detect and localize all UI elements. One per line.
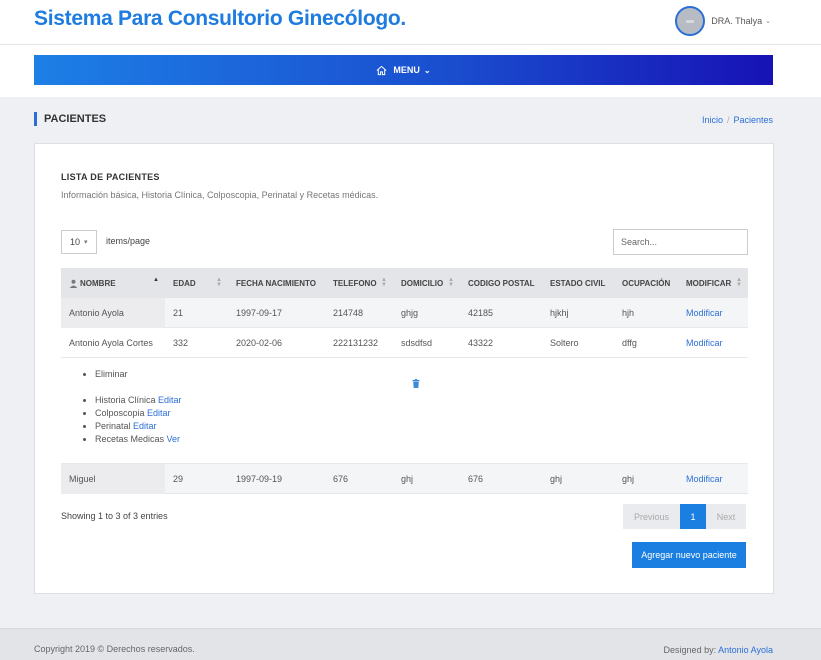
page-size-select[interactable]: 10 ▾ (61, 230, 97, 254)
view-recetas-link[interactable]: Ver (167, 434, 181, 444)
main-menu-button[interactable]: MENU ⌄ (34, 55, 773, 85)
list-item: Recetas Medicas Ver (95, 433, 182, 446)
breadcrumb-current[interactable]: Pacientes (733, 115, 773, 125)
header-codigo-postal[interactable]: CODIGO POSTAL (460, 268, 542, 298)
header-ocupacion[interactable]: OCUPACIÓN (614, 268, 678, 298)
entries-info: Showing 1 to 3 of 3 entries (61, 511, 168, 521)
sort-icon: ▲ ▼ (736, 277, 742, 288)
header-edad[interactable]: EDAD ▲ ▼ (165, 268, 228, 298)
edit-colposcopia-link[interactable]: Editar (147, 408, 171, 418)
sort-icon: ▲ ▼ (216, 277, 222, 288)
previous-button[interactable]: Previous (623, 504, 680, 529)
row-detail: Eliminar Historia Clínica Editar Colposc… (61, 358, 748, 464)
page-1-button[interactable]: 1 (680, 504, 706, 529)
list-item: Colposcopia Editar (95, 407, 182, 420)
table-row[interactable]: Antonio Ayola 21 1997-09-17 214748 ghjg … (61, 297, 748, 328)
card-title: LISTA DE PACIENTES (61, 172, 160, 182)
footer: Copyright 2019 © Derechos reservados. De… (0, 628, 821, 660)
avatar[interactable] (675, 6, 706, 36)
header-telefono[interactable]: TELEFONO ▲ ▼ (325, 268, 393, 298)
user-menu[interactable]: DRA. Thalya ⌄ (675, 6, 771, 36)
next-button[interactable]: Next (706, 504, 746, 529)
top-header: Sistema Para Consultorio Ginecólogo. DRA… (0, 0, 821, 45)
patient-records-list: Historia Clínica Editar Colposcopia Edit… (95, 394, 182, 446)
user-icon (69, 279, 78, 288)
page-title: PACIENTES (34, 112, 106, 126)
designer-link[interactable]: Antonio Ayola (718, 645, 773, 655)
sort-asc-icon: ▲ (153, 277, 159, 283)
patients-card: LISTA DE PACIENTES Información básica, H… (34, 143, 774, 594)
home-icon (376, 65, 387, 75)
edit-perinatal-link[interactable]: Editar (133, 421, 157, 431)
copyright-text: Copyright 2019 © Derechos reservados. (34, 644, 195, 654)
table-row[interactable]: Miguel 29 1997-09-19 676 ghj 676 ghj ghj… (61, 463, 748, 494)
user-name: DRA. Thalya (711, 16, 763, 26)
modify-link[interactable]: Modificar (686, 474, 723, 484)
list-item: Historia Clínica Editar (95, 394, 182, 407)
delete-item[interactable]: Eliminar (95, 368, 128, 381)
chevron-down-icon: ⌄ (423, 65, 431, 75)
page-size-label: items/page (106, 236, 151, 246)
menu-label: MENU (393, 65, 420, 75)
header-domicilio[interactable]: DOMICILIO ▲ ▼ (393, 268, 460, 298)
add-patient-button[interactable]: Agregar nuevo paciente (632, 542, 746, 568)
patients-table: NOMBRE ▲ EDAD ▲ ▼ FECHA NACIMIENTO TELEFON… (61, 268, 748, 494)
pagination: Previous 1 Next (623, 504, 746, 529)
search-input[interactable] (613, 229, 748, 255)
modify-link[interactable]: Modificar (686, 308, 723, 318)
delete-list: Eliminar (95, 368, 128, 381)
header-modificar[interactable]: MODIFICAR ▲ ▼ (678, 268, 748, 298)
breadcrumb-home[interactable]: Inicio (702, 115, 723, 125)
menu-area: MENU ⌄ (0, 45, 821, 97)
page-size-value: 10 (70, 237, 81, 247)
breadcrumb-separator: / (726, 115, 730, 125)
sort-icon: ▲ ▼ (448, 277, 454, 288)
header-fecha-nacimiento[interactable]: FECHA NACIMIENTO (228, 268, 325, 298)
breadcrumb: Inicio / Pacientes (702, 115, 773, 125)
trash-icon[interactable] (412, 379, 420, 388)
header-estado-civil[interactable]: ESTADO CIVIL (542, 268, 614, 298)
table-header: NOMBRE ▲ EDAD ▲ ▼ FECHA NACIMIENTO TELEFON… (61, 268, 748, 298)
chevron-down-icon: ▾ (84, 239, 88, 246)
table-row[interactable]: Antonio Ayola Cortes 332 2020-02-06 2221… (61, 328, 748, 358)
sort-icon: ▲ ▼ (381, 277, 387, 288)
header-nombre[interactable]: NOMBRE ▲ (61, 268, 165, 298)
designed-by: Designed by: Antonio Ayola (663, 645, 773, 655)
edit-historia-link[interactable]: Editar (158, 395, 182, 405)
card-subtitle: Información básica, Historia Clínica, Co… (61, 190, 379, 200)
list-item: Perinatal Editar (95, 420, 182, 433)
chevron-down-icon: ⌄ (765, 18, 771, 25)
app-title: Sistema Para Consultorio Ginecólogo. (34, 7, 406, 30)
modify-link[interactable]: Modificar (686, 338, 723, 348)
